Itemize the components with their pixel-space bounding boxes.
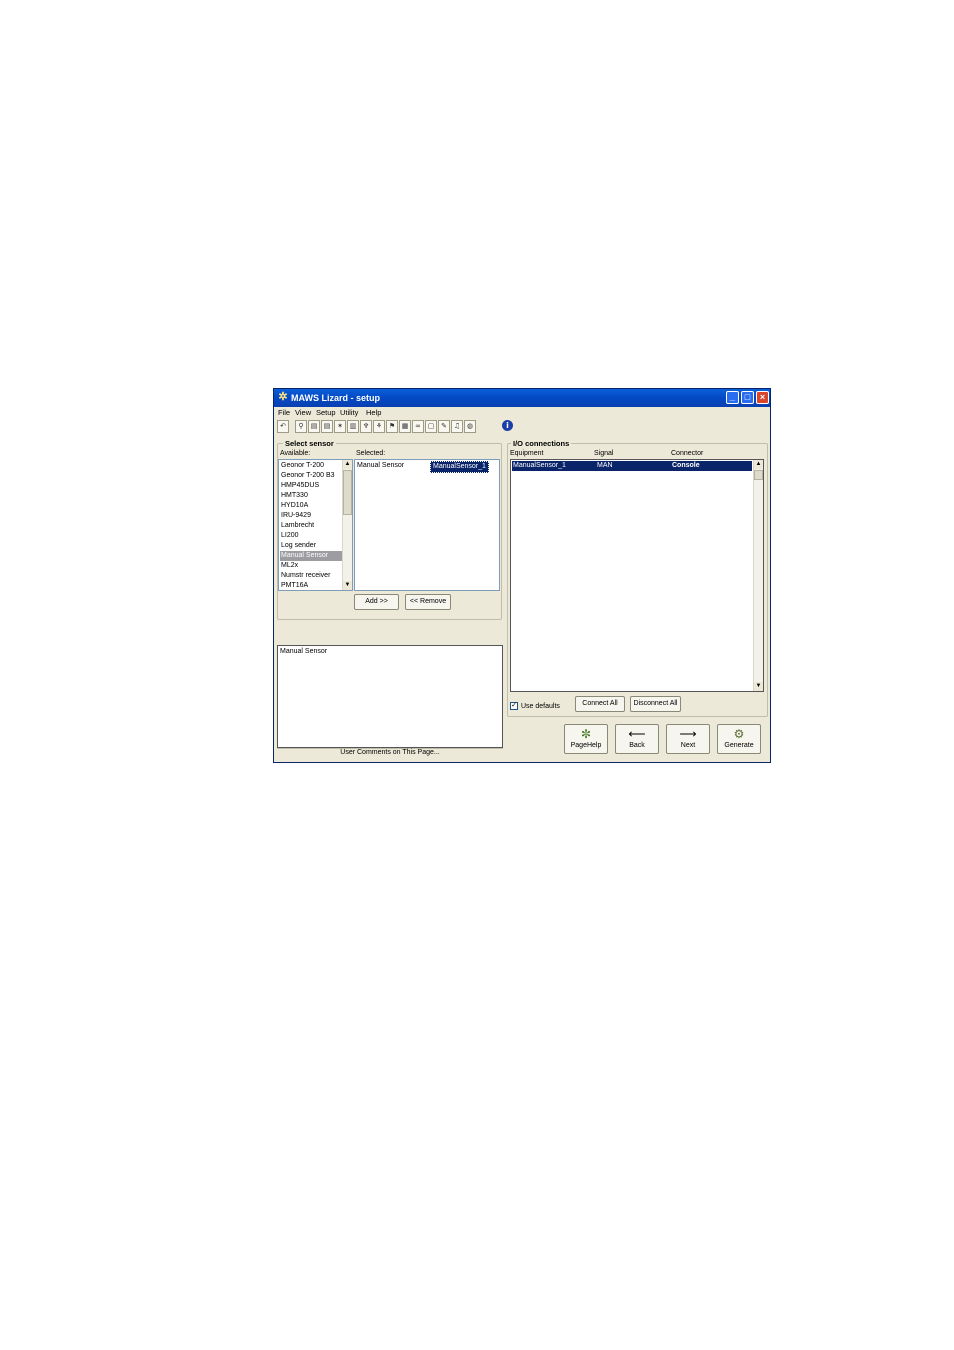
sensor-icon[interactable]: ✶ [334, 420, 346, 433]
generate-label: Generate [724, 742, 754, 749]
scroll-down-icon[interactable]: ▼ [343, 581, 352, 590]
list-item[interactable]: Geonor T-200 [281, 461, 324, 471]
app-icon: ✲ [278, 391, 288, 403]
list-item-selected[interactable]: Manual Sensor [280, 551, 342, 561]
add-button[interactable]: Add >> [354, 594, 399, 610]
io-connections-list[interactable]: ManualSensor_1 MAN Console ▲ ▼ [510, 459, 764, 692]
info-icon[interactable]: i [502, 420, 514, 433]
scroll-up-icon[interactable]: ▲ [343, 460, 352, 469]
pagehelp-button[interactable]: ✼ PageHelp [564, 724, 608, 754]
user-comments-caption: User Comments on This Page... [277, 748, 503, 756]
row-equipment: ManualSensor_1 [513, 462, 566, 469]
menu-help[interactable]: Help [366, 408, 381, 417]
bell-icon[interactable]: ♫ [451, 420, 463, 433]
io-connections-title: I/O connections [511, 439, 572, 448]
use-defaults-checkbox[interactable]: ✓ [510, 702, 518, 710]
pencil-icon[interactable]: ✎ [438, 420, 450, 433]
scroll-thumb[interactable] [754, 470, 763, 480]
selected-label: Selected: [356, 450, 386, 457]
list-item[interactable]: IRU-9429 [281, 511, 311, 521]
row-connector[interactable]: Console [672, 461, 700, 471]
network-icon[interactable]: ⚲ [295, 420, 307, 433]
equipment-column-header: Equipment [510, 450, 544, 457]
list-item[interactable]: Lambrecht [281, 521, 314, 531]
link-icon[interactable]: ∞ [412, 420, 424, 433]
selected-sensor-type[interactable]: Manual Sensor [357, 461, 404, 471]
list-item[interactable]: HMT330 [281, 491, 308, 501]
plug-icon[interactable]: ♆ [360, 420, 372, 433]
scroll-thumb[interactable] [343, 470, 352, 515]
list-item[interactable]: Log sender [281, 541, 316, 551]
available-scrollbar[interactable]: ▲ ▼ [342, 460, 352, 590]
help-icon: ✼ [580, 727, 592, 741]
menu-view[interactable]: View [295, 408, 311, 417]
selected-sensor-name[interactable]: ManualSensor_1 [430, 461, 489, 473]
dev-icon[interactable]: ▤ [308, 420, 320, 433]
next-button[interactable]: ⟶ Next [666, 724, 710, 754]
io-icon[interactable]: ▥ [347, 420, 359, 433]
scroll-down-icon[interactable]: ▼ [754, 682, 763, 691]
connect-all-button[interactable]: Connect All [575, 696, 625, 712]
minimize-button[interactable]: _ [726, 391, 739, 404]
window-title: MAWS Lizard - setup [291, 393, 381, 403]
user-comments-text[interactable]: Manual Sensor [280, 647, 327, 657]
list-item[interactable]: ML2x [281, 561, 298, 571]
maximize-button[interactable]: □ [741, 391, 754, 404]
menu-file[interactable]: File [278, 408, 290, 417]
right-arrow-icon: ⟶ [679, 727, 697, 741]
io-scrollbar[interactable]: ▲ ▼ [753, 460, 763, 691]
menu-bar: File View Setup Utility Help [274, 407, 770, 418]
generate-button[interactable]: ⚙ Generate [717, 724, 761, 754]
gears-icon: ⚙ [733, 727, 745, 741]
menu-setup[interactable]: Setup [316, 408, 336, 417]
globe-icon[interactable]: ◍ [464, 420, 476, 433]
back-arrow-icon[interactable]: ↶ [277, 420, 289, 433]
list-item[interactable]: Numstr receiver [281, 571, 330, 581]
calculator-icon[interactable]: ▦ [399, 420, 411, 433]
back-label: Back [629, 742, 645, 749]
available-sensors-list[interactable]: Geonor T-200 Geonor T-200 B3 HMP45DUS HM… [278, 459, 353, 591]
available-label: Available: [280, 450, 311, 457]
pagehelp-label: PageHelp [570, 742, 602, 749]
back-button[interactable]: ⟵ Back [615, 724, 659, 754]
next-label: Next [680, 742, 696, 749]
remove-button[interactable]: << Remove [405, 594, 451, 610]
user-comments-field[interactable]: Manual Sensor [277, 645, 503, 748]
list-item[interactable]: HYD10A [281, 501, 308, 511]
list-item[interactable]: LI200 [281, 531, 299, 541]
connector-column-header: Connector [671, 450, 704, 457]
close-button[interactable]: × [756, 391, 769, 404]
dev-icon[interactable]: ▤ [321, 420, 333, 433]
menu-utility[interactable]: Utility [340, 408, 358, 417]
list-item[interactable]: HMP45DUS [281, 481, 319, 491]
disconnect-all-button[interactable]: Disconnect All [630, 696, 681, 712]
left-arrow-icon: ⟵ [628, 727, 646, 741]
list-item[interactable]: Geonor T-200 B3 [281, 471, 335, 481]
list-item[interactable]: PMT16A [281, 581, 308, 590]
signal-column-header: Signal [594, 450, 614, 457]
maws-lizard-window: ✲ MAWS Lizard - setup _ □ × File View Se… [273, 388, 771, 763]
selected-sensors-list[interactable]: Manual Sensor ManualSensor_1 [354, 459, 500, 591]
use-defaults-label: Use defaults [521, 703, 560, 710]
flag-icon[interactable]: ⚑ [386, 420, 398, 433]
table-row[interactable]: ManualSensor_1 MAN Console [512, 461, 752, 471]
page-icon[interactable]: ▢ [425, 420, 437, 433]
title-bar[interactable]: ✲ MAWS Lizard - setup _ □ × [274, 389, 770, 407]
run-icon[interactable]: ⚘ [373, 420, 385, 433]
row-signal: MAN [597, 462, 613, 469]
select-sensor-title: Select sensor [283, 439, 336, 448]
scroll-up-icon[interactable]: ▲ [754, 460, 763, 469]
toolbar: ↶ ⚲ ▤ ▤ ✶ ▥ ♆ ⚘ ⚑ ▦ ∞ ▢ ✎ ♫ ◍ i [274, 419, 770, 435]
